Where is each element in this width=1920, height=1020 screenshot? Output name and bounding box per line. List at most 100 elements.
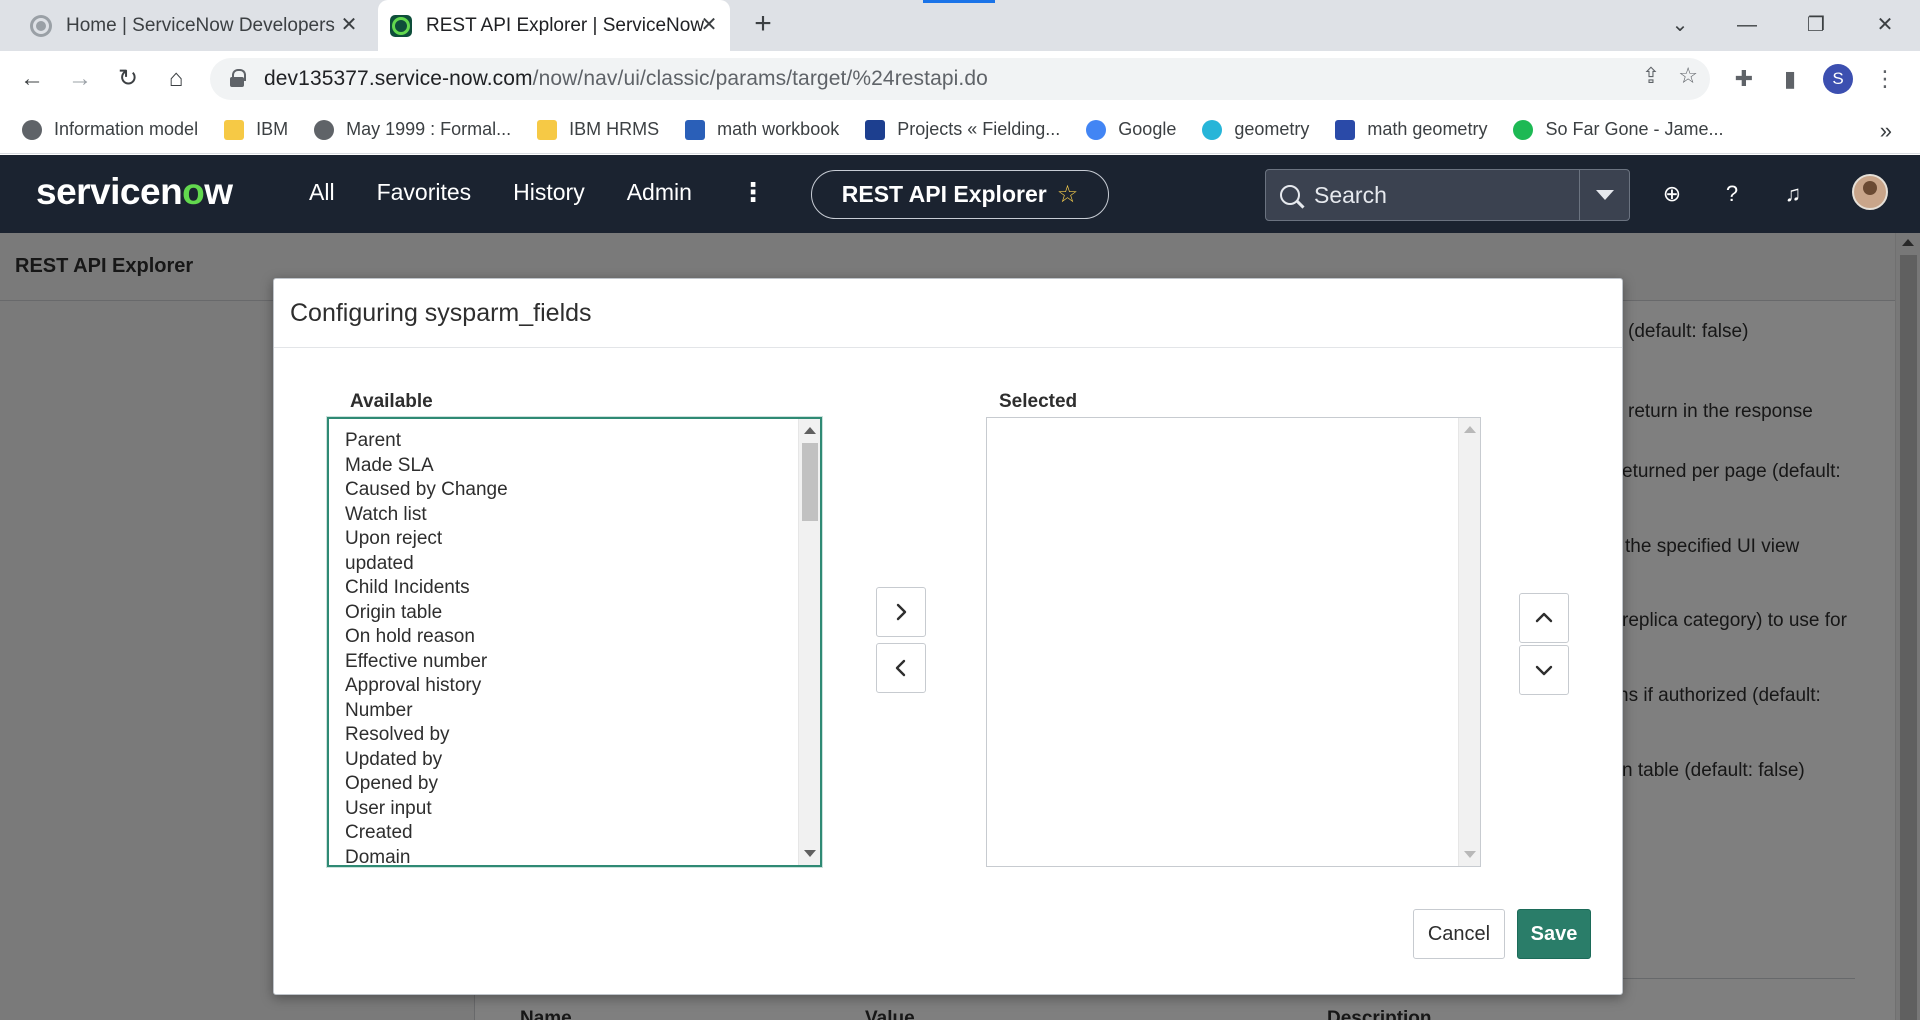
browser-menu-icon[interactable]: ⋮ — [1870, 64, 1900, 94]
available-field-option[interactable]: Updated by — [345, 748, 820, 773]
globe-icon[interactable]: ⊕ — [1657, 179, 1687, 209]
address-bar[interactable]: dev135377.service-now.com/now/nav/ui/cla… — [210, 58, 1710, 100]
selected-options — [987, 418, 1480, 428]
logo-text: servicen — [36, 171, 183, 212]
available-field-option[interactable]: Watch list — [345, 503, 820, 528]
s-logo-icon — [685, 119, 706, 140]
url-path: /now/nav/ui/classic/params/target/%24res… — [532, 67, 988, 90]
bookmark-label: math geometry — [1367, 119, 1488, 139]
remove-field-button[interactable] — [876, 643, 926, 693]
available-field-option[interactable]: Domain — [345, 846, 820, 866]
scroll-up-arrow-icon[interactable] — [804, 427, 816, 434]
nav-favorites[interactable]: Favorites — [377, 179, 472, 206]
bookmark-item[interactable]: math workbook — [685, 119, 839, 140]
selected-list-scrollbar[interactable] — [1458, 418, 1480, 866]
bookmark-label: IBM — [256, 119, 289, 139]
bookmark-item[interactable]: Projects « Fielding... — [865, 119, 1060, 140]
scroll-thumb[interactable] — [802, 443, 818, 521]
bookmark-item[interactable]: math geometry — [1335, 119, 1487, 140]
servicenow-logo[interactable]: servicenow — [36, 171, 233, 213]
search-scope-dropdown-icon[interactable] — [1579, 170, 1629, 220]
lock-icon[interactable] — [230, 69, 246, 87]
available-field-option[interactable]: Upon reject — [345, 527, 820, 552]
bookmark-item[interactable]: So Far Gone - Jame... — [1513, 119, 1724, 140]
reload-icon[interactable]: ↻ — [112, 63, 144, 95]
chevron-up-icon — [1535, 612, 1553, 623]
bookmarks-overflow-icon[interactable]: » — [1880, 118, 1892, 144]
back-arrow-icon[interactable]: ← — [16, 63, 48, 95]
home-icon[interactable]: ⌂ — [160, 63, 192, 95]
available-field-option[interactable]: updated — [345, 552, 820, 577]
minimize-window-icon[interactable]: — — [1732, 10, 1762, 40]
available-field-option[interactable]: Parent — [345, 429, 820, 454]
scroll-up-arrow-icon[interactable] — [1464, 426, 1476, 433]
math-logo-icon — [1335, 119, 1356, 140]
bookmark-item[interactable]: IBM HRMS — [537, 119, 659, 140]
selected-fields-list[interactable] — [986, 417, 1481, 867]
cancel-button[interactable]: Cancel — [1413, 909, 1505, 959]
available-field-option[interactable]: Resolved by — [345, 723, 820, 748]
extensions-puzzle-icon[interactable]: ✚ — [1729, 64, 1759, 94]
new-tab-button[interactable]: + — [748, 9, 778, 40]
selected-label: Selected — [999, 391, 1078, 412]
close-tab-icon[interactable]: ✕ — [696, 12, 722, 38]
bookmark-label: May 1999 : Formal... — [346, 119, 512, 139]
logo-text-accent: o — [182, 171, 205, 212]
available-field-option[interactable]: User input — [345, 797, 820, 822]
context-title-pill[interactable]: REST API Explorer ☆ — [811, 170, 1109, 219]
tab-search-chevron-icon[interactable]: ⌄ — [1665, 10, 1695, 40]
available-field-option[interactable]: Approval history — [345, 674, 820, 699]
profile-avatar[interactable]: S — [1823, 64, 1853, 94]
scroll-down-arrow-icon[interactable] — [1464, 851, 1476, 858]
help-icon[interactable]: ? — [1717, 179, 1747, 209]
browser-tab-home[interactable]: Home | ServiceNow Developers ✕ — [0, 0, 370, 51]
available-list-scrollbar[interactable] — [798, 419, 820, 865]
bookmark-label: geometry — [1234, 119, 1310, 139]
geometry-icon — [1202, 119, 1223, 140]
move-down-button[interactable] — [1519, 645, 1569, 695]
add-field-button[interactable] — [876, 587, 926, 637]
browser-tab-rest-api-explorer[interactable]: REST API Explorer | ServiceNow ✕ — [378, 0, 730, 51]
chevron-right-icon — [896, 603, 907, 621]
bookmark-label: Information model — [54, 119, 199, 139]
available-field-option[interactable]: Caused by Change — [345, 478, 820, 503]
bookmark-item[interactable]: Google — [1086, 119, 1176, 140]
bookmark-item[interactable]: Information model — [22, 119, 198, 140]
bookmark-item[interactable]: May 1999 : Formal... — [314, 119, 511, 140]
more-menu-icon[interactable]: ⋮ — [740, 177, 766, 208]
notifications-bell-icon[interactable]: ♫ — [1778, 179, 1808, 209]
nav-admin[interactable]: Admin — [627, 179, 692, 206]
bookmark-star-icon[interactable]: ☆ — [1678, 63, 1698, 89]
close-tab-icon[interactable]: ✕ — [336, 12, 362, 38]
available-field-option[interactable]: Child Incidents — [345, 576, 820, 601]
tab-title: Home | ServiceNow Developers — [66, 14, 335, 36]
move-up-button[interactable] — [1519, 593, 1569, 643]
restore-window-icon[interactable]: ❐ — [1801, 10, 1831, 40]
available-field-option[interactable]: Made SLA — [345, 454, 820, 479]
available-field-option[interactable]: Origin table — [345, 601, 820, 626]
available-field-option[interactable]: Created — [345, 821, 820, 846]
available-label: Available — [350, 391, 433, 412]
bookmark-item[interactable]: geometry — [1202, 119, 1309, 140]
scroll-down-arrow-icon[interactable] — [804, 850, 816, 857]
favorite-star-icon[interactable]: ☆ — [1057, 180, 1079, 209]
available-field-option[interactable]: Opened by — [345, 772, 820, 797]
search-input[interactable]: Search — [1266, 170, 1579, 220]
url-text[interactable]: dev135377.service-now.com/now/nav/ui/cla… — [264, 67, 988, 91]
available-field-option[interactable]: Number — [345, 699, 820, 724]
dialog-header: Configuring sysparm_fields — [274, 279, 1622, 348]
nav-history[interactable]: History — [513, 179, 585, 206]
available-field-option[interactable]: Effective number — [345, 650, 820, 675]
servicenow-header: servicenow All Favorites History Admin ⋮… — [0, 155, 1920, 233]
side-panel-icon[interactable]: ▮ — [1775, 64, 1805, 94]
save-button[interactable]: Save — [1517, 909, 1591, 959]
bookmark-item[interactable]: IBM — [224, 119, 288, 140]
forward-arrow-icon[interactable]: → — [64, 63, 96, 95]
url-host: dev135377.service-now.com — [264, 67, 533, 90]
nav-all[interactable]: All — [309, 179, 335, 206]
share-icon[interactable]: ⇪ — [1642, 63, 1660, 89]
available-field-option[interactable]: On hold reason — [345, 625, 820, 650]
close-window-icon[interactable]: ✕ — [1870, 10, 1900, 40]
user-avatar[interactable] — [1852, 174, 1888, 210]
available-fields-list[interactable]: Parent Made SLA Caused by Change Watch list… — [327, 417, 822, 867]
